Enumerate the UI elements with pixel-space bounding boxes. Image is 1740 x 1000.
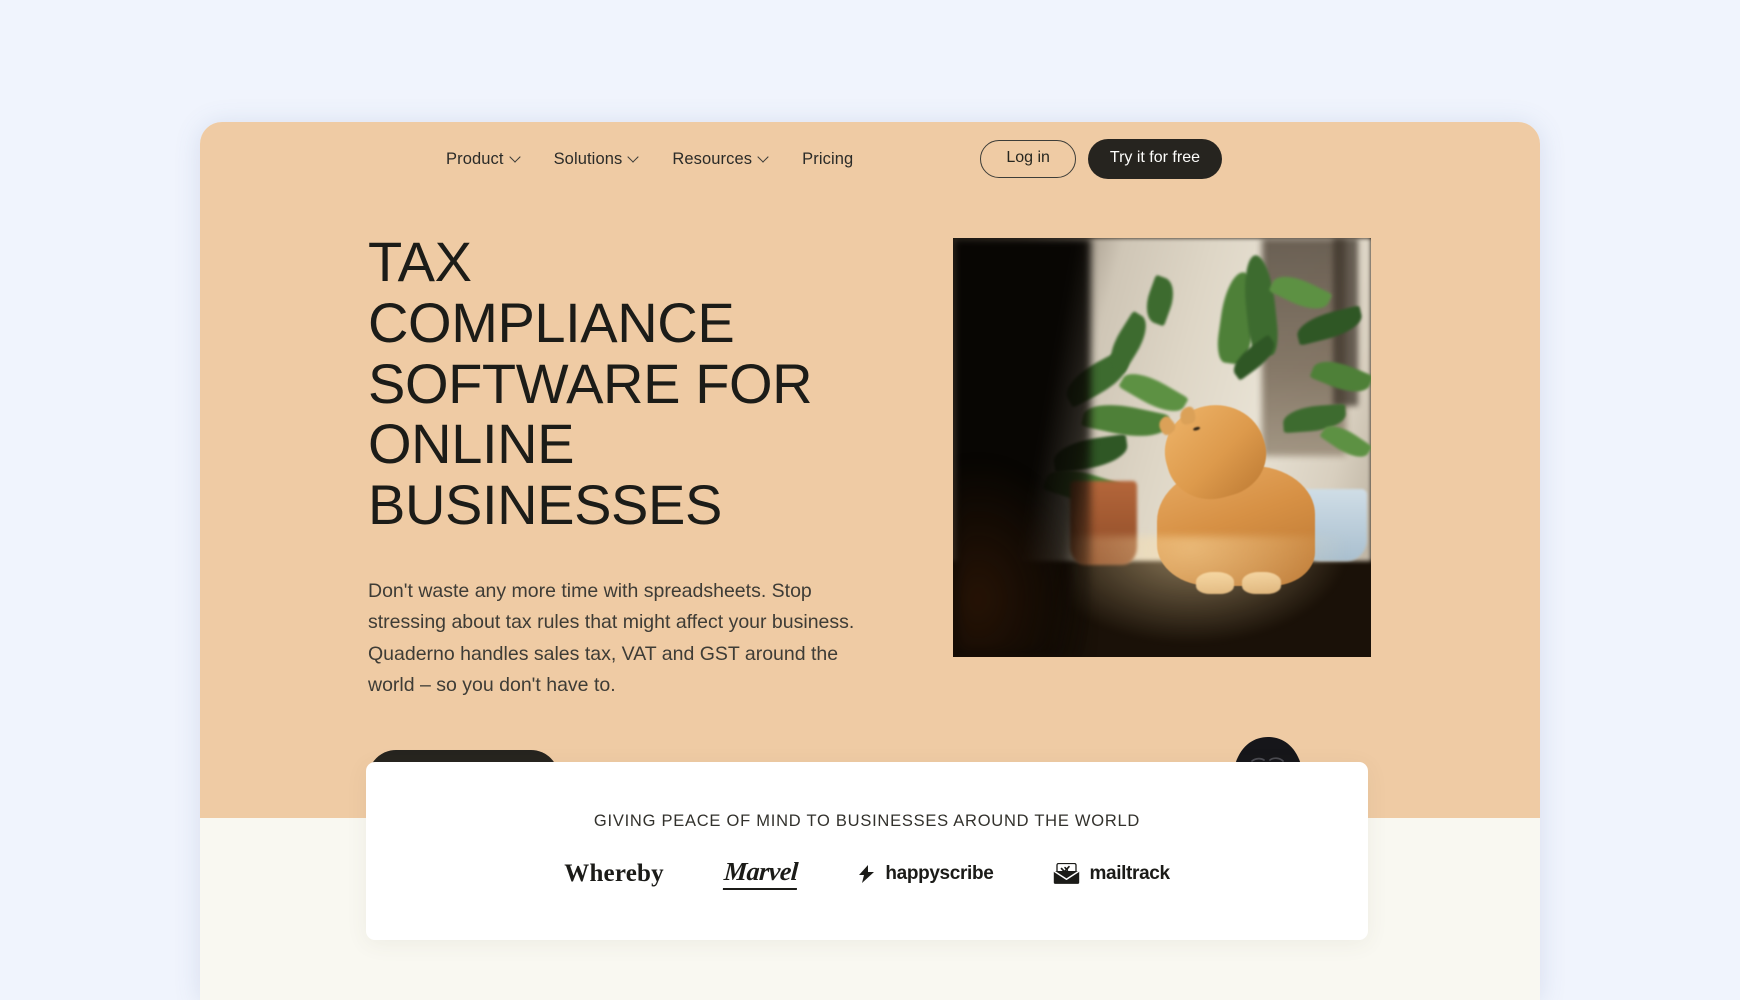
- nav-item-product[interactable]: Product: [446, 150, 520, 169]
- client-logo-marvel[interactable]: Marvel: [722, 857, 799, 890]
- nav-item-pricing[interactable]: Pricing: [802, 150, 853, 169]
- social-proof-card: Giving peace of mind to businesses aroun…: [366, 762, 1368, 940]
- hero-subcopy: Don't waste any more time with spreadshe…: [368, 579, 855, 697]
- client-logo-whereby[interactable]: Whereby: [564, 860, 664, 888]
- log-in-button[interactable]: Log in: [980, 140, 1076, 178]
- top-navigation: Product Solutions Resources Pricing Log …: [200, 122, 1540, 196]
- browser-window: Product Solutions Resources Pricing Log …: [200, 122, 1540, 1000]
- client-logo-mailtrack[interactable]: mailtrack: [1053, 862, 1170, 885]
- client-logo-label: happyscribe: [885, 862, 994, 884]
- client-logo-label: Whereby: [564, 859, 664, 887]
- client-logo-row: Whereby Marvel happyscribe mailtrack: [564, 857, 1170, 890]
- page-title: Tax compliance software for online busin…: [368, 230, 813, 536]
- lightning-bolt-icon: [857, 864, 876, 884]
- envelope-check-icon: [1053, 862, 1081, 884]
- chevron-down-icon: [759, 153, 768, 162]
- social-proof-eyebrow: Giving peace of mind to businesses aroun…: [593, 812, 1141, 830]
- photo-scene: [953, 238, 1371, 657]
- nav-item-label: Product: [446, 149, 504, 168]
- client-logo-label: mailtrack: [1089, 862, 1170, 884]
- photo-foreground-shadow: [953, 464, 1079, 657]
- nav-item-label: Solutions: [553, 149, 623, 168]
- client-logo-label: Marvel: [722, 857, 799, 890]
- nav-item-resources[interactable]: Resources: [672, 150, 768, 169]
- chevron-down-icon: [511, 153, 520, 162]
- hero-photo: [953, 238, 1371, 657]
- photo-cat-ear: [1178, 406, 1197, 426]
- photo-cat-eye: [1192, 426, 1201, 432]
- nav-item-label: Resources: [672, 149, 753, 168]
- try-it-for-free-button[interactable]: Try it for free: [1087, 139, 1222, 179]
- chevron-down-icon: [629, 153, 638, 162]
- photo-floor-highlight: [1070, 535, 1371, 657]
- nav-links: Product Solutions Resources Pricing: [446, 150, 853, 169]
- client-logo-happyscribe[interactable]: happyscribe: [857, 862, 994, 885]
- nav-item-solutions[interactable]: Solutions: [554, 150, 639, 169]
- nav-item-label: Pricing: [802, 149, 854, 168]
- nav-actions: Log in Try it for free: [980, 139, 1222, 179]
- hero-copy: Tax compliance software for online busin…: [368, 230, 888, 806]
- photo-cat-ear: [1155, 414, 1178, 438]
